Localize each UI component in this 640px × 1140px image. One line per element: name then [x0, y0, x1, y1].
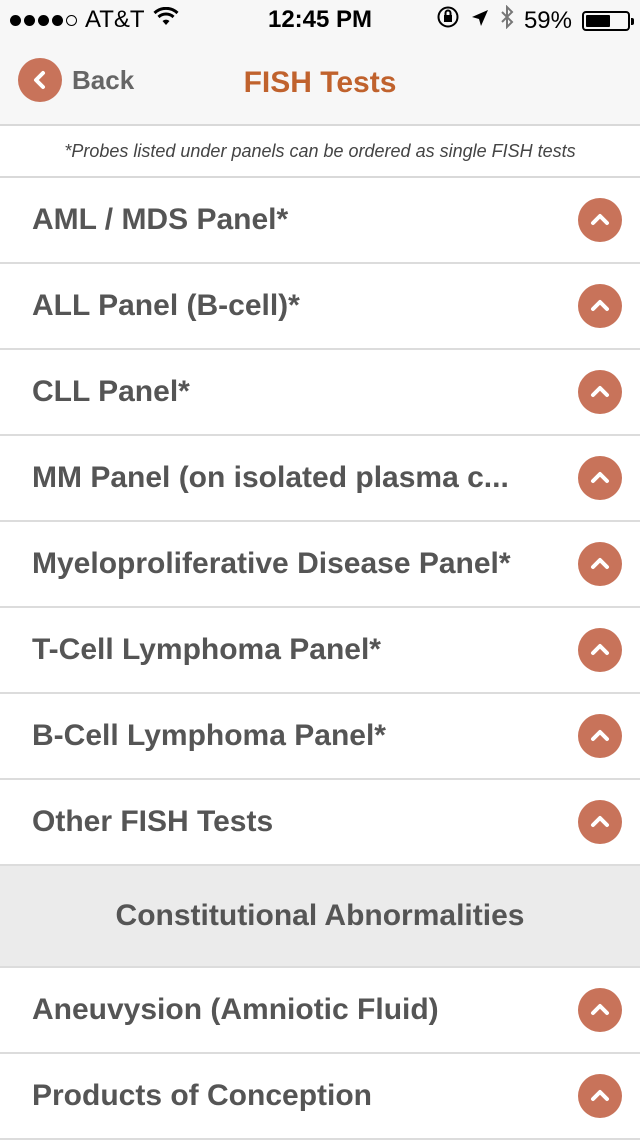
section-header: Constitutional Abnormalities [0, 866, 640, 968]
chevron-up-icon[interactable] [578, 284, 622, 328]
list-item[interactable]: T-Cell Lymphoma Panel* [0, 608, 640, 694]
chevron-up-icon[interactable] [578, 628, 622, 672]
list-item[interactable]: MM Panel (on isolated plasma c... [0, 436, 640, 522]
test-list: AML / MDS Panel* ALL Panel (B-cell)* CLL P… [0, 178, 640, 1140]
list-item[interactable]: B-Cell Lymphoma Panel* [0, 694, 640, 780]
location-arrow-icon [470, 7, 490, 35]
probes-note: *Probes listed under panels can be order… [0, 126, 640, 178]
navigation-bar: Back FISH Tests [0, 40, 640, 126]
battery-percent: 59% [523, 6, 572, 34]
chevron-up-icon[interactable] [578, 1074, 622, 1118]
list-item[interactable]: ALL Panel (B-cell)* [0, 264, 640, 350]
battery-fill [586, 14, 610, 27]
orientation-lock-icon [436, 5, 460, 36]
status-bar: AT&T 12:45 PM 59% [0, 0, 640, 40]
list-item[interactable]: AML / MDS Panel* [0, 178, 640, 264]
list-item-label: ALL Panel (B-cell)* [32, 289, 300, 322]
list-item-label: AML / MDS Panel* [32, 203, 289, 236]
list-item[interactable]: Myeloproliferative Disease Panel* [0, 522, 640, 608]
list-item-label: T-Cell Lymphoma Panel* [32, 633, 381, 666]
chevron-up-icon[interactable] [578, 800, 622, 844]
battery-icon [582, 10, 634, 31]
list-item[interactable]: Aneuvysion (Amniotic Fluid) [0, 968, 640, 1054]
bluetooth-icon [500, 4, 514, 36]
page-title: FISH Tests [243, 66, 397, 99]
list-item-label: MM Panel (on isolated plasma c... [32, 461, 509, 494]
list-item[interactable]: Other FISH Tests [0, 780, 640, 866]
list-item-label: Aneuvysion (Amniotic Fluid) [32, 993, 439, 1026]
chevron-up-icon[interactable] [578, 988, 622, 1032]
list-item-label: B-Cell Lymphoma Panel* [32, 719, 386, 752]
list-item-label: Myeloproliferative Disease Panel* [32, 547, 511, 580]
list-item-label: Other FISH Tests [32, 805, 274, 838]
battery-tip [631, 17, 634, 25]
chevron-up-icon[interactable] [578, 198, 622, 242]
list-item-label: CLL Panel* [32, 375, 190, 408]
status-right: 59% [436, 4, 634, 36]
chevron-up-icon[interactable] [578, 456, 622, 500]
chevron-up-icon[interactable] [578, 542, 622, 586]
chevron-up-icon[interactable] [578, 714, 622, 758]
list-item-label: Products of Conception [32, 1079, 372, 1112]
list-item[interactable]: Products of Conception [0, 1054, 640, 1140]
list-item[interactable]: CLL Panel* [0, 350, 640, 436]
chevron-up-icon[interactable] [578, 370, 622, 414]
